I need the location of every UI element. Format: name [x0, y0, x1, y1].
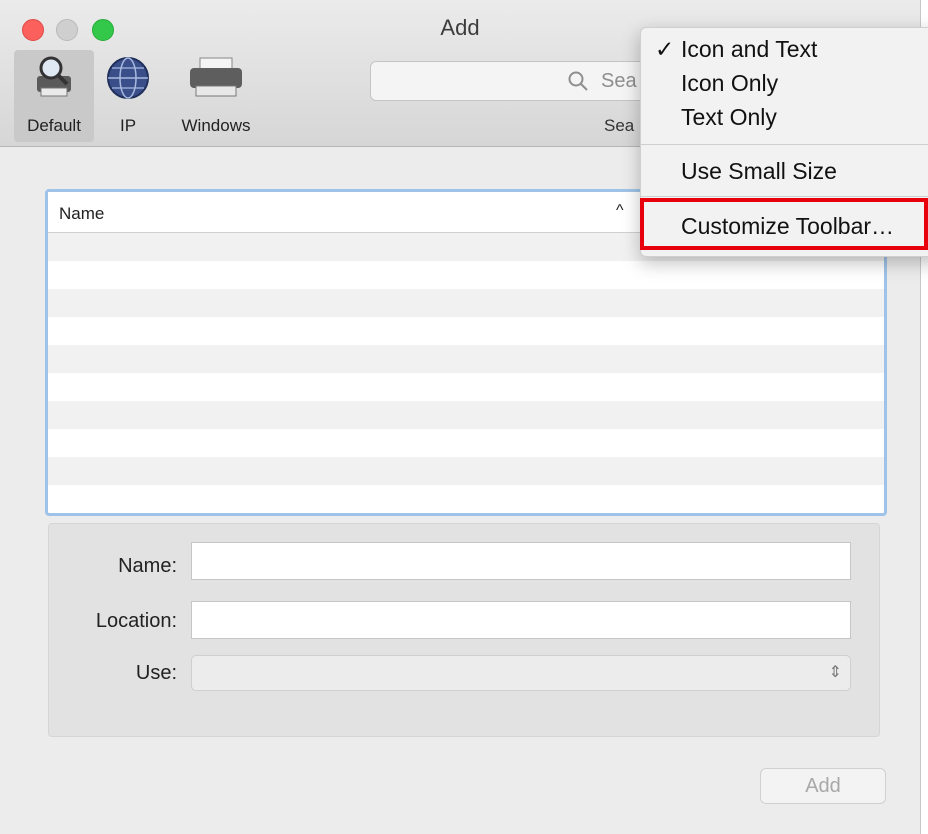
- minimize-window-button[interactable]: [56, 19, 78, 41]
- search-icon: [568, 71, 588, 91]
- menu-item-use-small-size[interactable]: Use Small Size: [681, 158, 837, 185]
- toolbar-default-button[interactable]: Default: [14, 50, 94, 142]
- toolbar-ip-label: IP: [119, 116, 137, 135]
- globe-icon: [107, 57, 149, 99]
- toolbar-default-label: Default: [27, 116, 81, 135]
- location-field[interactable]: [191, 601, 851, 639]
- toolbar-ip-button[interactable]: IP: [100, 50, 156, 142]
- list-item[interactable]: [48, 373, 884, 401]
- list-item[interactable]: [48, 345, 884, 373]
- printer-icon: [190, 57, 242, 97]
- search-label: Sea: [604, 116, 635, 135]
- customize-toolbar-highlight: [640, 198, 928, 250]
- location-label: Location:: [95, 610, 177, 632]
- menu-separator: [641, 196, 928, 197]
- name-field[interactable]: [191, 542, 851, 580]
- sort-indicator-icon: ^: [616, 202, 624, 219]
- list-item[interactable]: [48, 457, 884, 485]
- list-item[interactable]: [48, 317, 884, 345]
- zoom-window-button[interactable]: [92, 19, 114, 41]
- list-rows: [48, 233, 884, 513]
- search-placeholder: Sea: [601, 70, 637, 92]
- menu-item-text-only[interactable]: Text Only: [681, 104, 777, 131]
- printer-details-form: Name: Location: Use: ⇕: [48, 523, 880, 737]
- menu-item-icon-only[interactable]: Icon Only: [681, 70, 778, 97]
- list-item[interactable]: [48, 429, 884, 457]
- toolbar-windows-label: Windows: [181, 116, 251, 135]
- name-label: Name:: [118, 555, 177, 577]
- close-window-button[interactable]: [22, 19, 44, 41]
- menu-item-icon-and-text[interactable]: Icon and Text: [681, 36, 817, 63]
- list-item[interactable]: [48, 485, 884, 513]
- list-item[interactable]: [48, 401, 884, 429]
- column-name-header[interactable]: Name: [59, 204, 104, 224]
- menu-separator: [641, 144, 928, 145]
- toolbar-windows-button[interactable]: Windows: [168, 50, 264, 142]
- use-label: Use:: [135, 662, 177, 684]
- window-title: Add: [440, 15, 480, 40]
- list-item[interactable]: [48, 289, 884, 317]
- printer-search-icon: [37, 56, 71, 97]
- use-select[interactable]: ⇕: [191, 655, 851, 691]
- up-down-arrows-icon: ⇕: [828, 664, 842, 681]
- list-item[interactable]: [48, 261, 884, 289]
- checkmark-icon: ✓: [655, 36, 675, 62]
- add-button[interactable]: Add: [760, 768, 886, 804]
